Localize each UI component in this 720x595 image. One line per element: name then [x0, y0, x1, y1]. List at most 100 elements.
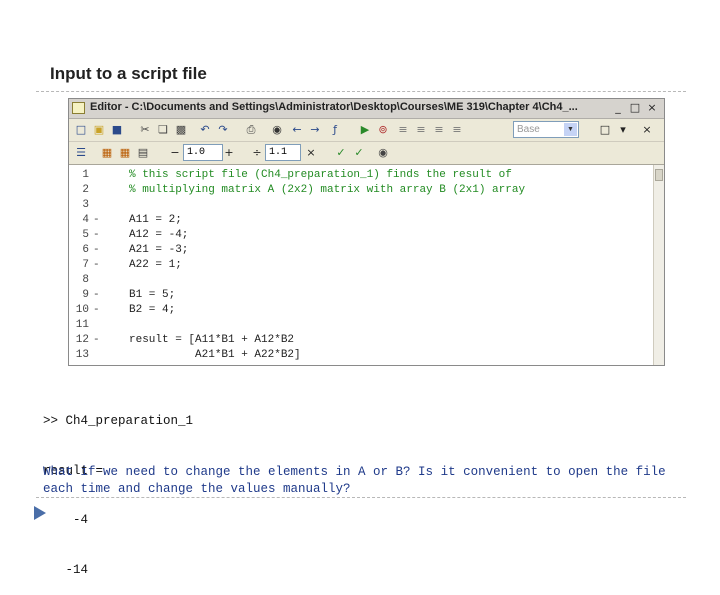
step-out-icon[interactable]: ≡	[431, 122, 447, 138]
redo-icon[interactable]: ↷	[215, 122, 231, 138]
question-text: What if we need to change the elements i…	[43, 465, 666, 496]
executable-marker[interactable]: -	[93, 242, 100, 258]
line-number: 6	[82, 244, 89, 256]
line-number: 8	[82, 274, 89, 286]
multiply-button[interactable]: ×	[303, 145, 319, 161]
divide-button[interactable]: ÷	[249, 145, 265, 161]
code-line[interactable]: 13 A21*B1 + A22*B2]	[69, 347, 649, 363]
vertical-scrollbar[interactable]	[653, 165, 664, 365]
new-file-icon[interactable]: □	[73, 122, 89, 138]
line-number: 9	[82, 289, 89, 301]
eval-cell-icon[interactable]: ▦	[99, 145, 115, 161]
back-icon[interactable]: ←	[289, 122, 305, 138]
dock-button[interactable]: □	[597, 122, 613, 138]
code-area[interactable]: 1 % this script file (Ch4_preparation_1) …	[69, 165, 653, 365]
cell-mode-icon[interactable]: ✓	[351, 145, 367, 161]
code-line[interactable]: 5- A12 = -4;	[69, 227, 649, 243]
paste-icon[interactable]: ▩	[173, 122, 189, 138]
top-divider	[36, 91, 686, 92]
line-number: 10	[75, 304, 89, 316]
code-text: A11 = 2;	[129, 214, 182, 226]
line-number: 7	[82, 259, 89, 271]
executable-marker[interactable]: -	[93, 212, 100, 228]
editor-toolbar: □ ▣ ■ ✂ ❏ ▩ ↶ ↷ ⎙ ◉ ← → ƒ ▶ ⊚ ≡ ≡ ≡ ≡ Ba…	[69, 119, 664, 142]
step-in-icon[interactable]: ≡	[413, 122, 429, 138]
code-comment: % multiplying matrix A (2x2) matrix with…	[129, 184, 526, 196]
continue-icon[interactable]: ≡	[449, 122, 465, 138]
stack-select-value: Base	[517, 124, 540, 135]
publish-cell-icon[interactable]: ✓	[333, 145, 349, 161]
line-number: 4	[82, 214, 89, 226]
code-text: A12 = -4;	[129, 229, 189, 241]
code-comment: % this script file (Ch4_preparation_1) f…	[129, 169, 512, 181]
step-icon[interactable]: ≡	[395, 122, 411, 138]
slide-title: Input to a script file	[50, 64, 207, 83]
line-number: 1	[82, 169, 89, 181]
stack-select[interactable]: Base ▼	[513, 121, 579, 138]
line-number: 3	[82, 199, 89, 211]
code-text: result = [A11*B1 + A12*B2	[129, 334, 295, 346]
code-line[interactable]: 2 % multiplying matrix A (2x2) matrix wit…	[69, 182, 649, 198]
code-line[interactable]: 1 % this script file (Ch4_preparation_1) …	[69, 167, 649, 183]
breakpoint-icon[interactable]: ⊚	[375, 122, 391, 138]
editor-app-icon	[72, 102, 85, 114]
executable-marker[interactable]: -	[93, 332, 100, 348]
executable-marker[interactable]: -	[93, 227, 100, 243]
editor-title: Editor - C:\Documents and Settings\Admin…	[90, 101, 578, 113]
code-text: A21 = -3;	[129, 244, 189, 256]
copy-icon[interactable]: ❏	[155, 122, 171, 138]
code-line[interactable]: 6- A21 = -3;	[69, 242, 649, 258]
code-line[interactable]: 4- A11 = 2;	[69, 212, 649, 228]
cell-value-field-1[interactable]: 1.0	[183, 144, 223, 161]
console-output-line: -14	[43, 562, 89, 577]
help-icon[interactable]: ◉	[375, 145, 391, 161]
executable-marker[interactable]: -	[93, 302, 100, 318]
find-icon[interactable]: ◉	[269, 122, 285, 138]
cell-value-field-2[interactable]: 1.1	[265, 144, 301, 161]
cell-toolbar: ☰ ▦ ▦ ▤ − 1.0 + ÷ 1.1 × ✓ ✓ ◉	[69, 142, 664, 165]
chevron-down-icon: ▼	[564, 123, 577, 136]
undo-icon[interactable]: ↶	[197, 122, 213, 138]
executable-marker[interactable]: -	[93, 287, 100, 303]
line-number: 5	[82, 229, 89, 241]
function-icon[interactable]: ƒ	[327, 122, 343, 138]
save-icon[interactable]: ■	[109, 122, 125, 138]
dock-menu-button[interactable]: ▾	[615, 122, 631, 138]
code-text: B2 = 4;	[129, 304, 176, 316]
editor-window: Editor - C:\Documents and Settings\Admin…	[68, 98, 665, 366]
increment-button[interactable]: +	[221, 145, 237, 161]
open-folder-icon[interactable]: ▣	[91, 122, 107, 138]
undock-close-button[interactable]: ×	[639, 122, 655, 138]
code-text: A21*B1 + A22*B2]	[129, 349, 301, 361]
code-line[interactable]: 7- A22 = 1;	[69, 257, 649, 273]
scrollbar-thumb[interactable]	[655, 169, 663, 181]
line-number: 13	[75, 349, 89, 361]
console-command: >> Ch4_preparation_1	[43, 414, 194, 428]
bottom-divider	[36, 497, 686, 498]
code-line[interactable]: 3	[69, 197, 649, 213]
advance-icon[interactable]: ▤	[135, 145, 151, 161]
close-button[interactable]: ×	[645, 101, 659, 115]
print-icon[interactable]: ⎙	[243, 122, 259, 138]
code-line[interactable]: 9- B1 = 5;	[69, 287, 649, 303]
code-line[interactable]: 8	[69, 272, 649, 288]
decrement-button[interactable]: −	[167, 145, 183, 161]
maximize-button[interactable]: □	[628, 101, 642, 115]
code-text: A22 = 1;	[129, 259, 182, 271]
executable-marker[interactable]: -	[93, 257, 100, 273]
run-icon[interactable]: ▶	[357, 122, 373, 138]
minimize-button[interactable]: _	[611, 101, 625, 115]
eval-advance-icon[interactable]: ▦	[117, 145, 133, 161]
cell-icon[interactable]: ☰	[73, 145, 89, 161]
code-line[interactable]: 11	[69, 317, 649, 333]
code-line[interactable]: 10- B2 = 4;	[69, 302, 649, 318]
console-output-line: -4	[43, 513, 89, 527]
forward-icon[interactable]: →	[307, 122, 323, 138]
editor-title-bar[interactable]: Editor - C:\Documents and Settings\Admin…	[69, 99, 664, 119]
code-line[interactable]: 12- result = [A11*B1 + A12*B2	[69, 332, 649, 348]
cut-icon[interactable]: ✂	[137, 122, 153, 138]
line-number: 12	[75, 334, 89, 346]
next-slide-arrow-icon[interactable]	[34, 506, 46, 520]
code-text: B1 = 5;	[129, 289, 176, 301]
line-number: 2	[82, 184, 89, 196]
